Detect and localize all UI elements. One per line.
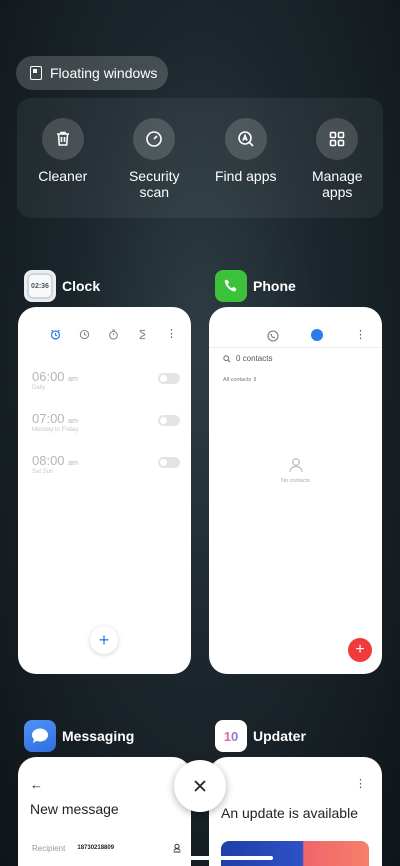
clock-tabs: ⋮ — [50, 329, 177, 340]
find-apps-label: Find apps — [215, 168, 277, 184]
alarm-toggle[interactable] — [158, 457, 180, 468]
phone-app-name: Phone — [253, 278, 296, 294]
home-indicator[interactable] — [128, 856, 273, 860]
search-icon — [223, 354, 231, 363]
chevron-down-icon: ⇕ — [252, 377, 258, 383]
updater-app-header[interactable]: 10 Updater — [215, 720, 306, 752]
back-arrow-icon[interactable]: ← — [30, 777, 43, 792]
recipient-field[interactable]: Recipient 18730218809 — [32, 843, 182, 853]
phone-app-card[interactable]: ⋮ 0 contacts All contacts ⇕ No contacts … — [209, 307, 382, 674]
chat-bubble-icon — [32, 728, 48, 743]
clock-app-icon: 02:36 — [24, 270, 56, 302]
recipient-label: Recipient — [32, 843, 66, 853]
find-apps-icon — [224, 118, 267, 160]
recipient-chip[interactable]: 18730218809 — [77, 845, 114, 851]
empty-state-label: No contacts — [280, 478, 311, 484]
contact-search-placeholder: 0 contacts — [236, 354, 273, 363]
manage-apps-label: Manage apps — [311, 168, 363, 200]
alarm-time: 08:00 — [32, 453, 65, 468]
quick-tools-panel: Cleaner Security scan Find apps Manage a… — [17, 98, 383, 218]
update-banner-image — [221, 841, 369, 866]
updater-icon-text: 10 — [223, 728, 239, 744]
alarm-toggle[interactable] — [158, 373, 180, 384]
update-available-title: An update is available — [221, 805, 358, 821]
phone-handset-icon — [224, 279, 237, 292]
security-scan-button[interactable]: Security scan — [112, 118, 196, 218]
more-options-icon[interactable]: ⋮ — [355, 328, 366, 341]
updater-app-card[interactable]: ⋮ An update is available — [209, 757, 382, 866]
add-contact-icon[interactable] — [172, 843, 182, 853]
alarm-tab-icon[interactable] — [50, 329, 61, 340]
trash-icon — [41, 118, 84, 160]
empty-state: No contacts — [209, 457, 382, 484]
alarm-ampm: am — [68, 376, 78, 383]
contact-search-input[interactable]: 0 contacts — [223, 354, 272, 363]
clock-app-header[interactable]: 02:36 Clock — [24, 270, 100, 302]
clock-app-card[interactable]: ⋮ 06:00 am Daily 07:00 am Monday to Frid… — [18, 307, 191, 674]
close-all-button[interactable] — [174, 760, 226, 812]
more-options-icon[interactable]: ⋮ — [355, 777, 366, 790]
contacts-tab-icon[interactable] — [311, 329, 323, 341]
new-message-title: New message — [30, 801, 119, 817]
alarm-ampm: am — [68, 460, 78, 467]
call-log-tab-icon[interactable] — [267, 329, 279, 347]
more-options-icon[interactable]: ⋮ — [166, 329, 177, 340]
security-scan-icon — [133, 118, 176, 160]
clock-app-icon-face: 02:36 — [27, 273, 53, 299]
alarm-row[interactable]: 08:00 am Sat Sun — [32, 453, 180, 475]
stopwatch-tab-icon[interactable] — [108, 329, 119, 340]
messaging-app-icon — [24, 720, 56, 752]
divider — [209, 347, 382, 348]
close-icon — [194, 780, 206, 792]
cleaner-button[interactable]: Cleaner — [21, 118, 105, 218]
updater-app-name: Updater — [253, 728, 306, 744]
timer-tab-icon[interactable] — [137, 329, 148, 340]
manage-apps-button[interactable]: Manage apps — [295, 118, 379, 218]
add-alarm-button[interactable]: + — [90, 626, 118, 654]
messaging-app-header[interactable]: Messaging — [24, 720, 134, 752]
alarm-row[interactable]: 06:00 am Daily — [32, 369, 180, 391]
alarm-time: 07:00 — [32, 411, 65, 426]
alarm-repeat: Daily — [32, 385, 46, 391]
alarm-time: 06:00 — [32, 369, 65, 384]
floating-windows-button[interactable]: Floating windows — [16, 56, 168, 90]
person-icon — [288, 458, 303, 473]
world-clock-tab-icon[interactable] — [79, 329, 90, 340]
add-contact-button[interactable]: + — [348, 638, 372, 662]
messaging-app-card[interactable]: ← New message Recipient 18730218809 — [18, 757, 191, 866]
floating-windows-label: Floating windows — [50, 65, 158, 81]
clock-app-name: Clock — [62, 278, 101, 294]
floating-window-icon — [30, 66, 42, 80]
phone-app-icon — [215, 270, 247, 302]
alarm-ampm: am — [68, 418, 78, 425]
messaging-app-name: Messaging — [62, 728, 135, 744]
security-scan-label: Security scan — [128, 168, 180, 200]
contacts-filter-dropdown[interactable]: All contacts ⇕ — [223, 377, 257, 383]
alarm-toggle[interactable] — [158, 415, 180, 426]
alarm-repeat: Sat Sun — [32, 469, 54, 475]
updater-app-icon: 10 — [215, 720, 247, 752]
alarm-repeat: Monday to Friday — [32, 427, 79, 433]
phone-app-header[interactable]: Phone — [215, 270, 296, 302]
cleaner-label: Cleaner — [38, 168, 88, 184]
grid-icon — [316, 118, 359, 160]
alarm-row[interactable]: 07:00 am Monday to Friday — [32, 411, 180, 433]
filter-label: All contacts — [223, 377, 252, 383]
find-apps-button[interactable]: Find apps — [204, 118, 288, 218]
